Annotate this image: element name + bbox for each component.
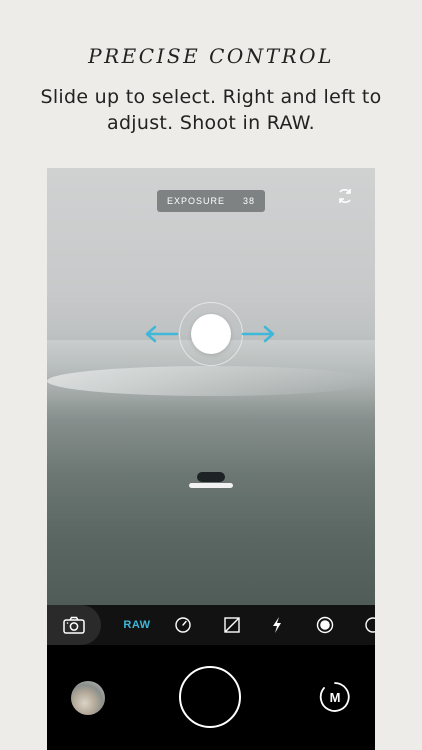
raw-toggle[interactable]: RAW	[117, 605, 157, 645]
surfboard	[189, 483, 233, 488]
record-tool[interactable]	[313, 605, 337, 645]
more-icon	[365, 617, 375, 633]
surfer	[197, 472, 225, 482]
flip-camera-icon[interactable]	[335, 186, 355, 206]
more-tool[interactable]	[361, 605, 375, 645]
slider-knob[interactable]	[191, 314, 231, 354]
adjust-slider[interactable]	[143, 302, 283, 366]
shutter-button[interactable]	[179, 666, 241, 728]
exposure-value: 38	[242, 196, 255, 206]
wave	[47, 366, 375, 396]
capture-bar: M	[47, 645, 375, 750]
arrow-right-icon	[241, 325, 275, 343]
exposure-icon	[224, 617, 240, 633]
record-icon	[316, 616, 334, 634]
tool-bar: RAW	[47, 605, 375, 645]
app-screen: EXPOSURE 38 RAW M	[47, 168, 375, 750]
flash-tool[interactable]	[265, 605, 289, 645]
viewfinder[interactable]: EXPOSURE 38	[47, 168, 375, 605]
mode-label: M	[329, 689, 341, 705]
manual-mode-button[interactable]: M	[319, 681, 351, 713]
arrow-left-icon	[145, 325, 179, 343]
timer-icon	[175, 617, 191, 633]
headline: PRECISE CONTROL	[88, 44, 334, 68]
flash-icon	[273, 617, 281, 633]
timer-tool[interactable]	[171, 605, 195, 645]
camera-icon	[63, 616, 85, 634]
subtitle: Slide up to select. Right and left to ad…	[40, 86, 382, 134]
exposure-label: EXPOSURE	[167, 196, 226, 206]
exposure-tool[interactable]	[220, 605, 244, 645]
gallery-thumbnail[interactable]	[71, 681, 105, 715]
exposure-readout: EXPOSURE 38	[157, 190, 265, 212]
camera-tool[interactable]	[47, 605, 101, 645]
